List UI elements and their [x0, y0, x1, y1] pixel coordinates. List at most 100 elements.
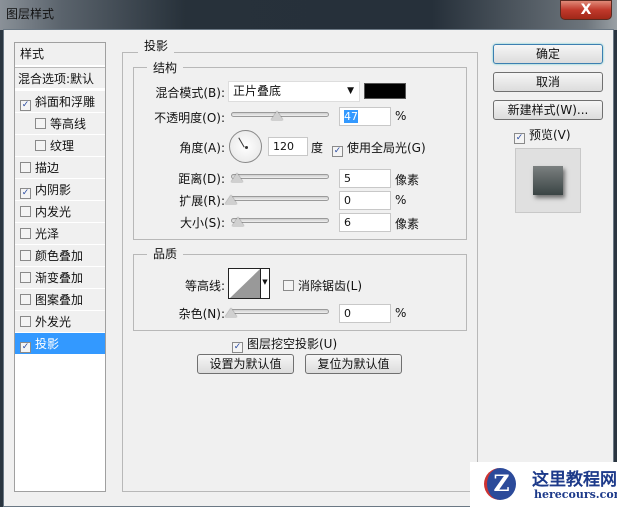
- angle-unit: 度: [311, 141, 324, 155]
- spread-slider[interactable]: [231, 196, 329, 201]
- watermark-url: herecours.com: [534, 488, 617, 501]
- angle-label: 角度(A):: [179, 141, 225, 155]
- style-list: 样式 混合选项:默认 ✓ 斜面和浮雕等高线纹理描边 ✓ 内阴影内发光光泽颜色叠加渐变叠…: [14, 42, 106, 492]
- make-default-button[interactable]: 设置为默认值: [197, 354, 294, 374]
- distance-slider-thumb[interactable]: [231, 173, 243, 182]
- preview-label: 预览(V): [529, 128, 571, 142]
- distance-slider[interactable]: [231, 174, 329, 179]
- style-list-item-label: 图案叠加: [35, 293, 84, 307]
- noise-input[interactable]: 0: [339, 304, 391, 323]
- preview-checkbox[interactable]: ✓ 预览(V): [514, 126, 571, 144]
- noise-unit: %: [395, 306, 407, 320]
- style-list-item[interactable]: 等高线: [15, 113, 105, 135]
- shadow-color-swatch[interactable]: [364, 83, 406, 99]
- style-list-item[interactable]: 颜色叠加: [15, 245, 105, 267]
- watermark-logo-icon: Z: [484, 468, 516, 500]
- ok-button[interactable]: 确定: [493, 44, 603, 64]
- cancel-button[interactable]: 取消: [493, 72, 603, 92]
- style-list-header: 样式: [15, 43, 105, 66]
- title-bar: [0, 0, 617, 30]
- watermark: Z 这里教程网 herecours.com: [470, 462, 617, 507]
- chevron-down-icon: ▼: [260, 269, 269, 298]
- opacity-slider-thumb[interactable]: [271, 111, 283, 120]
- spread-unit: %: [395, 193, 407, 207]
- watermark-name: 这里教程网: [532, 470, 617, 490]
- blend-mode-label: 混合模式(B):: [155, 86, 225, 100]
- blend-mode-value: 正片叠底: [233, 84, 282, 98]
- global-light-checkbox[interactable]: ✓ 使用全局光(G): [332, 139, 426, 157]
- style-list-item-label: 斜面和浮雕: [35, 95, 96, 109]
- noise-slider[interactable]: [231, 309, 329, 314]
- checkbox-icon[interactable]: [20, 250, 31, 261]
- checkbox-icon[interactable]: ✓: [20, 100, 31, 111]
- checkbox-icon[interactable]: [35, 118, 46, 129]
- style-list-item-label: 描边: [35, 161, 60, 175]
- size-slider-thumb[interactable]: [232, 217, 244, 226]
- chevron-down-icon: ▼: [347, 86, 354, 96]
- style-list-item[interactable]: 图案叠加: [15, 289, 105, 311]
- distance-label: 距离(D):: [178, 172, 225, 186]
- size-input[interactable]: 6: [339, 213, 391, 232]
- noise-slider-thumb[interactable]: [225, 308, 237, 317]
- spread-input[interactable]: 0: [339, 191, 391, 210]
- style-list-item-label: 等高线: [50, 117, 87, 131]
- style-list-item-label: 内发光: [35, 205, 72, 219]
- structure-title: 结构: [147, 59, 184, 76]
- opacity-input[interactable]: 47: [339, 107, 391, 126]
- antialias-checkbox[interactable]: 消除锯齿(L): [283, 277, 362, 294]
- checkbox-icon: ✓: [232, 342, 243, 353]
- checkbox-icon[interactable]: ✓: [20, 342, 31, 353]
- quality-title: 品质: [147, 245, 184, 262]
- spread-slider-thumb[interactable]: [225, 195, 237, 204]
- style-list-item-label: 纹理: [50, 139, 75, 153]
- close-button[interactable]: X: [560, 0, 612, 20]
- contour-linear-icon: [230, 269, 260, 298]
- checkbox-icon[interactable]: [20, 316, 31, 327]
- style-list-item-label: 内阴影: [35, 183, 72, 197]
- checkbox-icon: ✓: [514, 133, 525, 144]
- style-list-item[interactable]: 渐变叠加: [15, 267, 105, 289]
- checkbox-icon: ✓: [332, 146, 343, 157]
- opacity-value: 47: [344, 110, 358, 123]
- style-list-item-label: 外发光: [35, 315, 72, 329]
- checkbox-icon[interactable]: [20, 228, 31, 239]
- reset-default-button[interactable]: 复位为默认值: [305, 354, 402, 374]
- size-unit: 像素: [395, 217, 420, 231]
- size-slider[interactable]: [231, 218, 329, 223]
- style-list-item[interactable]: 内发光: [15, 201, 105, 223]
- spread-label: 扩展(R):: [179, 194, 225, 208]
- window-title: 图层样式: [6, 7, 55, 21]
- style-list-item[interactable]: 光泽: [15, 223, 105, 245]
- style-list-item-label: 颜色叠加: [35, 249, 84, 263]
- blend-mode-select[interactable]: 正片叠底 ▼: [228, 81, 360, 102]
- distance-unit: 像素: [395, 173, 420, 187]
- global-light-label: 使用全局光(G): [347, 141, 426, 155]
- style-list-item[interactable]: 描边: [15, 157, 105, 179]
- style-list-item[interactable]: ✓ 内阴影: [15, 179, 105, 201]
- contour-label: 等高线:: [184, 279, 225, 293]
- knockout-label: 图层挖空投影(U): [247, 337, 338, 351]
- style-list-item[interactable]: ✓ 投影: [15, 333, 105, 355]
- style-list-item[interactable]: ✓ 斜面和浮雕: [15, 91, 105, 113]
- checkbox-icon[interactable]: [20, 162, 31, 173]
- checkbox-icon[interactable]: [20, 206, 31, 217]
- angle-input[interactable]: 120: [268, 137, 308, 156]
- angle-dial[interactable]: [229, 130, 262, 163]
- new-style-button[interactable]: 新建样式(W)...: [493, 100, 603, 120]
- style-list-item-label: 投影: [35, 337, 60, 351]
- style-list-item[interactable]: 外发光: [15, 311, 105, 333]
- noise-label: 杂色(N):: [178, 307, 225, 321]
- blend-options-item[interactable]: 混合选项:默认: [15, 67, 105, 89]
- checkbox-icon[interactable]: ✓: [20, 188, 31, 199]
- distance-input[interactable]: 5: [339, 169, 391, 188]
- opacity-label: 不透明度(O):: [154, 111, 225, 125]
- checkbox-icon[interactable]: [20, 294, 31, 305]
- checkbox-icon[interactable]: [20, 272, 31, 283]
- drop-shadow-title: 投影: [138, 37, 175, 54]
- contour-picker[interactable]: ▼: [228, 268, 270, 299]
- knockout-checkbox[interactable]: ✓ 图层挖空投影(U): [232, 335, 337, 353]
- style-list-item[interactable]: 纹理: [15, 135, 105, 157]
- style-list-item-label: 渐变叠加: [35, 271, 84, 285]
- checkbox-icon[interactable]: [35, 140, 46, 151]
- antialias-label: 消除锯齿(L): [298, 279, 363, 293]
